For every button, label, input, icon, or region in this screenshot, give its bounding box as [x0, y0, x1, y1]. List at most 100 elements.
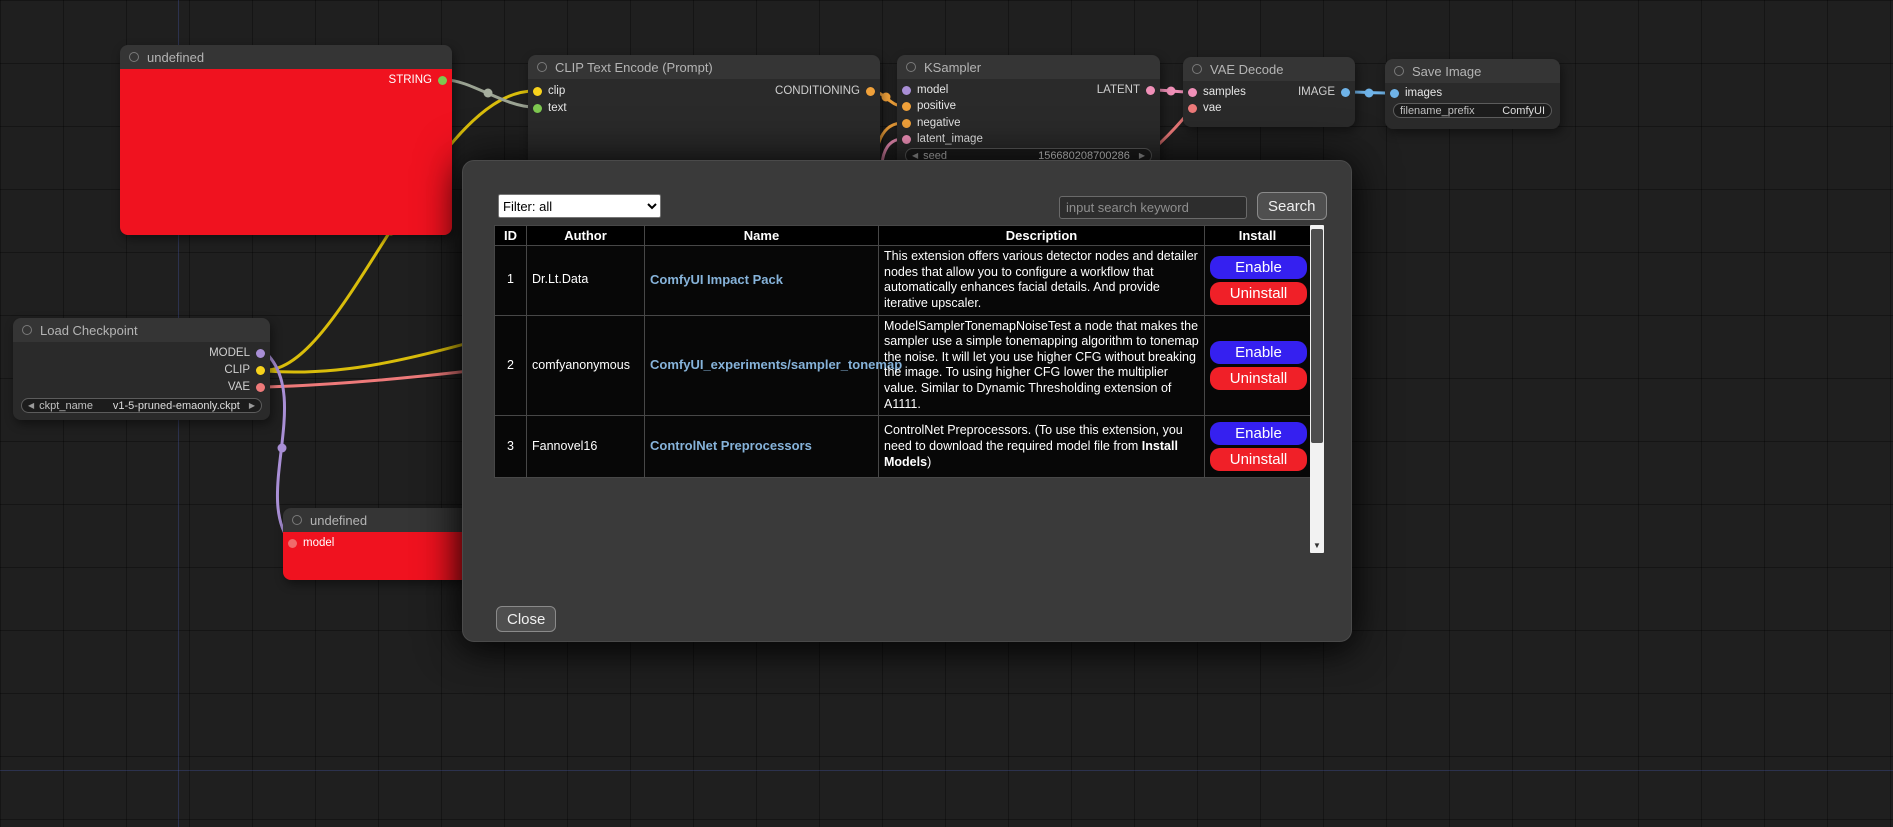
uninstall-button[interactable]: Uninstall [1210, 448, 1307, 471]
slot-dot-icon[interactable] [902, 135, 911, 144]
input-slot-text[interactable]: text [533, 102, 567, 114]
input-slot-model[interactable]: model [288, 537, 334, 549]
extension-id: 3 [495, 416, 527, 478]
node-vae-decode[interactable]: VAE Decode samples vae IMAGE [1183, 57, 1355, 127]
node-title: KSampler [924, 60, 981, 75]
extension-manager-dialog: Filter: all Search IDAuthorNameDescripti… [462, 160, 1352, 642]
input-slot-positive[interactable]: positive [902, 100, 956, 112]
input-slot-latent-image[interactable]: latent_image [902, 133, 983, 145]
slot-label: samples [1203, 86, 1246, 98]
node-title: CLIP Text Encode (Prompt) [555, 60, 713, 75]
node-load-checkpoint[interactable]: Load Checkpoint MODEL CLIP VAE ◀ ckpt_na… [13, 318, 270, 420]
slot-label: negative [917, 117, 960, 129]
extension-name-link[interactable]: ComfyUI Impact Pack [650, 272, 783, 287]
slot-dot-icon[interactable] [256, 366, 265, 375]
input-slot-clip[interactable]: clip [533, 85, 565, 97]
node-header[interactable]: undefined [120, 45, 452, 69]
output-slot-clip[interactable]: CLIP [224, 364, 265, 376]
slot-label: vae [1203, 102, 1222, 114]
extension-name-link[interactable]: ControlNet Preprocessors [650, 438, 812, 453]
enable-button[interactable]: Enable [1210, 341, 1307, 364]
slot-label: model [917, 84, 948, 96]
collapse-dot-icon[interactable] [292, 515, 302, 525]
uninstall-button[interactable]: Uninstall [1210, 282, 1307, 305]
input-slot-samples[interactable]: samples [1188, 86, 1246, 98]
widget-value: ComfyUI [1502, 105, 1545, 117]
ckpt-name-widget[interactable]: ◀ ckpt_name v1-5-pruned-emaonly.ckpt ▶ [21, 398, 262, 413]
link-dot [1365, 89, 1374, 98]
slot-label: CLIP [224, 364, 250, 376]
slot-dot-icon[interactable] [256, 383, 265, 392]
input-slot-images[interactable]: images [1390, 87, 1442, 99]
uninstall-button[interactable]: Uninstall [1210, 367, 1307, 390]
column-header: ID [495, 226, 527, 246]
scrollbar-thumb[interactable] [1311, 229, 1323, 443]
decrement-arrow-icon[interactable]: ◀ [912, 152, 918, 160]
link-dot [882, 93, 891, 102]
enable-button[interactable]: Enable [1210, 256, 1307, 279]
decrement-arrow-icon[interactable]: ◀ [28, 402, 34, 410]
slot-label: latent_image [917, 133, 983, 145]
comfyui-canvas[interactable]: undefined STRING CLIP Text Encode (Promp… [0, 0, 1893, 827]
column-header: Name [645, 226, 879, 246]
output-slot-image[interactable]: IMAGE [1298, 86, 1350, 98]
slot-dot-icon[interactable] [533, 104, 542, 113]
search-button[interactable]: Search [1257, 192, 1327, 220]
extension-row: 1Dr.Lt.DataComfyUI Impact PackThis exten… [495, 246, 1311, 316]
output-slot-model[interactable]: MODEL [209, 347, 265, 359]
slot-dot-icon[interactable] [438, 76, 447, 85]
extension-row: 2comfyanonymousComfyUI_experiments/sampl… [495, 315, 1311, 416]
output-slot-vae[interactable]: VAE [228, 381, 265, 393]
node-save-image[interactable]: Save Image images filename_prefix ComfyU… [1385, 59, 1560, 129]
node-header[interactable]: Save Image [1385, 59, 1560, 83]
scroll-down-arrow-icon[interactable]: ▼ [1310, 539, 1324, 552]
output-slot-latent[interactable]: LATENT [1097, 84, 1155, 96]
collapse-dot-icon[interactable] [1394, 66, 1404, 76]
slot-dot-icon[interactable] [902, 102, 911, 111]
slot-dot-icon[interactable] [256, 349, 265, 358]
slot-dot-icon[interactable] [1146, 86, 1155, 95]
input-slot-negative[interactable]: negative [902, 117, 960, 129]
increment-arrow-icon[interactable]: ▶ [249, 402, 255, 410]
input-slot-model[interactable]: model [902, 84, 948, 96]
collapse-dot-icon[interactable] [537, 62, 547, 72]
node-string-undefined[interactable]: undefined STRING [120, 45, 452, 235]
slot-dot-icon[interactable] [902, 119, 911, 128]
node-header[interactable]: CLIP Text Encode (Prompt) [528, 55, 880, 79]
enable-button[interactable]: Enable [1210, 422, 1307, 445]
increment-arrow-icon[interactable]: ▶ [1139, 152, 1145, 160]
collapse-dot-icon[interactable] [906, 62, 916, 72]
link-dot [1167, 87, 1176, 96]
node-header[interactable]: VAE Decode [1183, 57, 1355, 81]
slot-dot-icon[interactable] [1341, 88, 1350, 97]
slot-dot-icon[interactable] [533, 87, 542, 96]
canvas-axis-horizontal [0, 770, 1893, 771]
slot-dot-icon[interactable] [1390, 89, 1399, 98]
output-slot-string[interactable]: STRING [389, 74, 447, 86]
search-input[interactable] [1059, 196, 1247, 219]
input-slot-vae[interactable]: vae [1188, 102, 1222, 114]
close-button[interactable]: Close [496, 606, 556, 632]
filter-select[interactable]: Filter: all [498, 194, 661, 218]
filename-prefix-widget[interactable]: filename_prefix ComfyUI [1393, 103, 1552, 118]
output-slot-conditioning[interactable]: CONDITIONING [775, 85, 875, 97]
node-model-undefined[interactable]: undefined model [283, 508, 470, 580]
node-header[interactable]: undefined [283, 508, 470, 532]
collapse-dot-icon[interactable] [22, 325, 32, 335]
slot-dot-icon[interactable] [866, 87, 875, 96]
collapse-dot-icon[interactable] [129, 52, 139, 62]
table-scrollbar[interactable]: ▼ [1310, 225, 1324, 553]
node-header[interactable]: Load Checkpoint [13, 318, 270, 342]
slot-label: clip [548, 85, 565, 97]
slot-dot-icon[interactable] [1188, 88, 1197, 97]
collapse-dot-icon[interactable] [1192, 64, 1202, 74]
extension-name-link[interactable]: ComfyUI_experiments/sampler_tonemap [650, 357, 902, 372]
slot-dot-icon[interactable] [1188, 104, 1197, 113]
slot-dot-icon[interactable] [902, 86, 911, 95]
table-body: 1Dr.Lt.DataComfyUI Impact PackThis exten… [495, 246, 1311, 478]
node-header[interactable]: KSampler [897, 55, 1160, 79]
slot-dot-icon[interactable] [288, 539, 297, 548]
slot-label: CONDITIONING [775, 85, 860, 97]
extension-description: This extension offers various detector n… [879, 246, 1205, 316]
widget-value: v1-5-pruned-emaonly.ckpt [113, 400, 240, 412]
